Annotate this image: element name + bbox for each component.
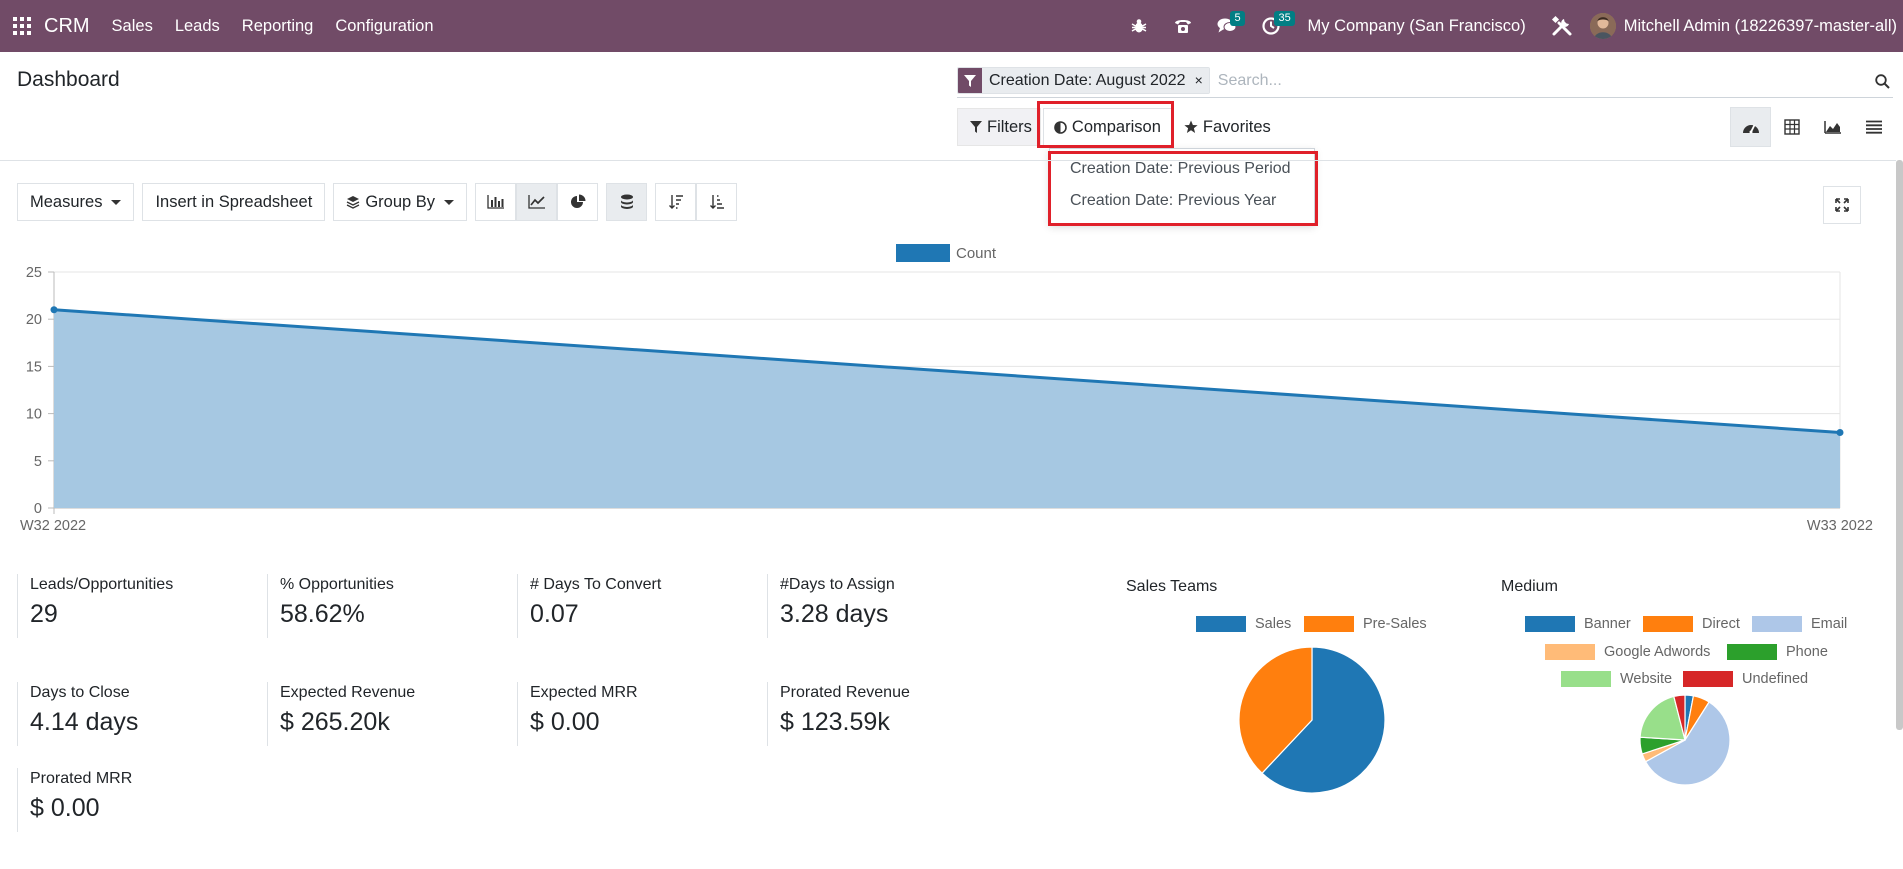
pie-charts bbox=[1238, 646, 1731, 794]
